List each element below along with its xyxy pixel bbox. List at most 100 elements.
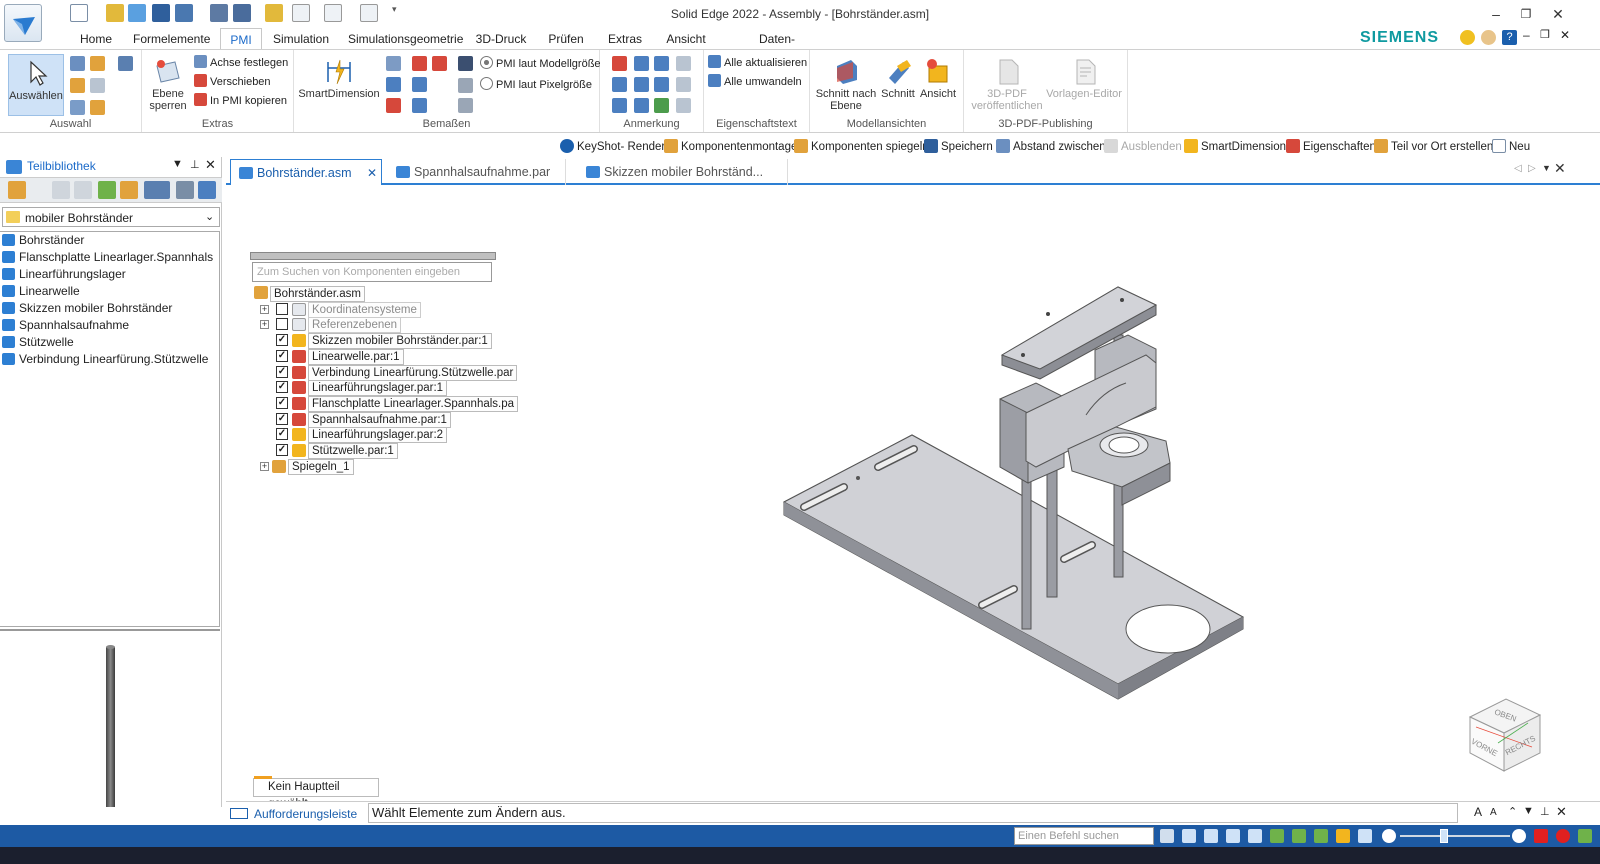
section-by-plane-button[interactable]: Schnitt nach Ebene (814, 56, 878, 112)
go-arrow-icon[interactable] (1160, 829, 1174, 843)
dropdown-icon[interactable]: ▼ (1523, 805, 1534, 817)
hide-button[interactable]: Ausblenden (1104, 138, 1182, 156)
mirror-components-button[interactable]: Komponenten spiegeln (794, 138, 929, 156)
properties-button[interactable]: Eigenschaften (1286, 138, 1376, 156)
keyshot-render-button[interactable]: KeyShot- Render (560, 138, 665, 156)
collapse-icon[interactable]: ⌃ (1508, 805, 1517, 818)
up-folder-icon[interactable] (98, 181, 116, 199)
list-item[interactable]: Stützwelle (2, 334, 74, 351)
text-size-icon[interactable] (458, 56, 473, 71)
distance-between-button[interactable]: Abstand zwischen (996, 138, 1106, 156)
select-box-icon[interactable] (90, 78, 105, 93)
command-search-input[interactable]: Einen Befehl suchen (1014, 827, 1154, 845)
list-item[interactable]: Skizzen mobiler Bohrständer (2, 300, 172, 317)
dimension-distance-icon[interactable] (386, 56, 401, 71)
tab-list-icon[interactable]: ▼ (1542, 163, 1551, 173)
callout-icon[interactable] (612, 56, 627, 71)
close-prompt-icon[interactable]: ✕ (1556, 804, 1567, 820)
filter-icon[interactable] (176, 181, 194, 199)
pmi-model-size-option[interactable]: PMI laut Modellgröße (480, 55, 601, 73)
dimension-symmetric-icon[interactable] (432, 56, 447, 71)
tab-3d-druck[interactable]: 3D-Druck (473, 28, 529, 50)
back-icon[interactable] (52, 181, 70, 199)
tab-daten-management[interactable]: Daten-Management (726, 28, 828, 68)
component-assembly-button[interactable]: Komponentenmontage (664, 138, 797, 156)
view-mode-icon[interactable] (144, 181, 170, 199)
tab-home[interactable]: Home (72, 28, 120, 50)
font-smaller-icon[interactable]: A (1490, 807, 1497, 818)
surface-texture-icon[interactable] (654, 77, 669, 92)
tab-spannhalsaufnahme-par[interactable]: Spannhalsaufnahme.par (388, 159, 566, 185)
pmi-pixel-size-option[interactable]: PMI laut Pixelgröße (480, 76, 592, 94)
rotate-icon[interactable] (1270, 829, 1284, 843)
tab-pruefen[interactable]: Prüfen (546, 28, 586, 50)
zoom-slider[interactable] (1400, 835, 1510, 837)
move-button[interactable]: Verschieben (194, 73, 271, 91)
view-button[interactable]: Ansicht (918, 56, 958, 100)
visibility-checkbox[interactable]: ✓ (276, 366, 288, 378)
visibility-checkbox[interactable]: ✓ (276, 381, 288, 393)
new-folder-icon[interactable] (120, 181, 138, 199)
zoom-icon[interactable] (1204, 829, 1218, 843)
zoom-in-icon[interactable] (1512, 829, 1526, 843)
frown-feedback-icon[interactable] (1481, 30, 1496, 45)
text-box-icon[interactable] (654, 56, 669, 71)
pin-icon[interactable]: ⊥ (190, 158, 200, 171)
forward-icon[interactable] (74, 181, 92, 199)
tab-scroll-right-icon[interactable]: ▷ (1528, 163, 1536, 174)
shading-icon[interactable] (1336, 829, 1350, 843)
tab-scroll-left-icon[interactable]: ◁ (1514, 163, 1522, 174)
zoom-area-icon[interactable] (1182, 829, 1196, 843)
list-item[interactable]: Linearwelle (2, 283, 80, 300)
tab-formelemente[interactable]: Formelemente (133, 28, 210, 50)
tab-close-icon[interactable]: ✕ (367, 160, 377, 186)
select-options-icon[interactable] (70, 100, 85, 115)
pathfinder-grip[interactable] (250, 252, 496, 260)
dimension-grid-icon[interactable] (412, 98, 427, 113)
expand-icon[interactable]: + (260, 305, 269, 314)
section-view-icon[interactable] (1358, 829, 1372, 843)
list-item[interactable]: Flanschplatte Linearlager.Spannhals (2, 249, 213, 266)
convert-all-button[interactable]: Alle umwandeln (708, 73, 802, 91)
visibility-checkbox[interactable]: ✓ (276, 413, 288, 425)
ribbon-minimize-icon[interactable]: – (1523, 28, 1530, 42)
update-all-button[interactable]: Alle aktualisieren (708, 54, 807, 72)
panel-options-icon[interactable]: ▼ (172, 158, 183, 170)
visibility-checkbox[interactable]: ✓ (276, 397, 288, 409)
fit-icon[interactable] (1226, 829, 1240, 843)
text-enlarge-icon[interactable] (458, 78, 473, 93)
close-button[interactable]: ✕ (1547, 4, 1569, 24)
doc-close-icon[interactable]: ✕ (1560, 28, 1570, 42)
restore-button[interactable]: ❐ (1515, 4, 1537, 24)
zoom-slider-thumb[interactable] (1440, 829, 1448, 843)
close-document-icon[interactable]: ✕ (1554, 160, 1566, 177)
visibility-checkbox[interactable]: ✓ (276, 428, 288, 440)
center-mark-icon[interactable] (676, 77, 691, 92)
record-icon[interactable] (1556, 829, 1570, 843)
video-icon[interactable] (1534, 829, 1548, 843)
no-main-part-indicator[interactable]: Kein Hauptteil gewählt. (253, 776, 379, 810)
copy-to-pmi-button[interactable]: In PMI kopieren (194, 92, 287, 110)
smartdimension-command-button[interactable]: SmartDimension (1184, 138, 1286, 156)
select-group-icon[interactable] (70, 78, 85, 93)
quick-pick-icon[interactable] (118, 56, 133, 71)
view-style-icon[interactable] (1314, 829, 1328, 843)
centerline-icon[interactable] (676, 56, 691, 71)
smile-feedback-icon[interactable] (1460, 30, 1475, 45)
visibility-checkbox[interactable]: ✓ (276, 444, 288, 456)
tab-simulationsgeometrie[interactable]: Simulationsgeometrie (348, 28, 463, 50)
tab-simulation[interactable]: Simulation (272, 28, 330, 50)
datum-target-icon[interactable] (654, 98, 669, 113)
template-editor-button[interactable]: Vorlagen-Editor (1046, 56, 1122, 100)
publish-3d-pdf-button[interactable]: 3D-PDF veröffentlichen (970, 56, 1044, 112)
search-icon[interactable] (198, 181, 216, 199)
select-components-icon[interactable] (90, 100, 105, 115)
tab-skizzen[interactable]: Skizzen mobiler Bohrständ... (578, 159, 788, 185)
select-button[interactable]: Auswählen (8, 54, 64, 116)
list-item[interactable]: Bohrständer (2, 232, 84, 249)
list-item[interactable]: Spannhalsaufnahme (2, 317, 129, 334)
tab-pmi[interactable]: PMI (220, 28, 262, 50)
spin-icon[interactable] (1292, 829, 1306, 843)
set-axis-button[interactable]: Achse festlegen (194, 54, 288, 72)
lock-plane-button[interactable]: Ebene sperren (148, 56, 188, 112)
